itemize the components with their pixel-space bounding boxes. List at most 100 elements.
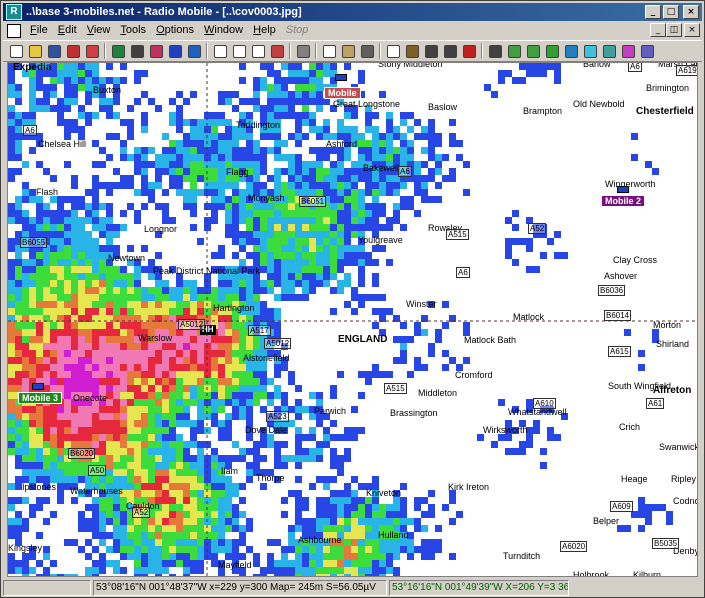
place-label: Turnditch [503, 551, 541, 561]
mdi-minimize-button[interactable]: _ [650, 23, 666, 37]
new-window-icon[interactable] [7, 42, 25, 60]
elevation-grid-icon[interactable] [600, 42, 618, 60]
toolbar-separator [102, 42, 108, 60]
road-shield: A517 [248, 325, 271, 336]
picture-save-icon[interactable] [249, 42, 267, 60]
place-label: Kirk Ireton [448, 482, 490, 492]
mobile-unit-3-label[interactable]: Mobile 3 [18, 392, 63, 404]
place-label: Brampton [523, 106, 563, 116]
place-label: Onecote [73, 393, 108, 403]
place-label: Belper [593, 516, 620, 526]
road-shield: B6036 [598, 285, 626, 296]
place-label: Newtown [108, 253, 146, 263]
road-shield: A515 [446, 229, 469, 240]
road-shield: A615 [608, 346, 631, 357]
mdi-close-button[interactable]: × [684, 23, 700, 37]
vehicle-icon[interactable] [32, 383, 44, 390]
menu-view[interactable]: View [82, 22, 116, 39]
save-icon[interactable] [45, 42, 63, 60]
arrow-left-icon[interactable] [166, 42, 184, 60]
document-icon[interactable] [7, 23, 21, 38]
map-properties-icon[interactable] [128, 42, 146, 60]
place-label: Middleton [418, 388, 458, 398]
place-label: Stony Middleton [378, 62, 443, 69]
dotted-select-icon[interactable] [441, 42, 459, 60]
route-coverage-icon[interactable] [562, 42, 580, 60]
place-label: Codnor [673, 496, 697, 506]
picture-icon[interactable] [211, 42, 229, 60]
mdi-restore-button[interactable]: ◫ [666, 23, 682, 37]
place-label: Heage [621, 474, 648, 484]
maximize-button[interactable]: □ [663, 5, 679, 19]
place-label: Matlock [513, 312, 545, 322]
place-label: Thorpe [256, 473, 285, 483]
vertical-scrollbar[interactable] [698, 62, 704, 577]
place-label: Monyash [248, 193, 285, 203]
coverage-map[interactable]: ExpediaStony MiddletonBarlowMarsh LaneBu… [7, 62, 698, 577]
title-bar[interactable]: R ..\base 3-mobiles.net - Radio Mobile -… [3, 3, 702, 21]
menu-options[interactable]: Options [151, 22, 199, 39]
picture-close-icon[interactable] [268, 42, 286, 60]
combined-coverage-icon[interactable] [543, 42, 561, 60]
road-shield: B6051 [299, 196, 327, 207]
road-shield: B6055 [20, 237, 48, 248]
polar-plot-icon[interactable] [505, 42, 523, 60]
delete-icon[interactable] [460, 42, 478, 60]
close-button[interactable]: × [683, 5, 699, 19]
place-label: Shirland [656, 339, 690, 349]
mobile-1-label[interactable]: Mobile [324, 87, 361, 99]
close-network-icon[interactable] [64, 42, 82, 60]
paste-icon[interactable] [339, 42, 357, 60]
menu-edit[interactable]: Edit [53, 22, 82, 39]
place-label: Dove Dale [245, 425, 288, 435]
status-bar: 53°08'16"N 001°48'37"W x=229 y=300 Map= … [3, 579, 702, 597]
vehicle-icon[interactable] [617, 186, 629, 193]
place-label: Clay Cross [613, 255, 658, 265]
toolbar [3, 40, 702, 62]
place-label: Hartington [213, 303, 255, 313]
interference-icon[interactable] [581, 42, 599, 60]
menu-help[interactable]: Help [248, 22, 281, 39]
open-folder-icon[interactable] [26, 42, 44, 60]
road-shield: A6020 [560, 541, 588, 552]
mdi-controls: _ ◫ × [650, 23, 700, 37]
place-label: Expedia [13, 62, 52, 73]
place-label: Morton [653, 320, 682, 330]
spectrum-icon[interactable] [638, 42, 656, 60]
menu-tools[interactable]: Tools [115, 22, 151, 39]
single-coverage-icon[interactable] [524, 42, 542, 60]
status-pane-empty [3, 580, 91, 596]
place-label: Youlgreave [358, 235, 403, 245]
antenna-icon[interactable] [83, 42, 101, 60]
place-label: Chelsea Hill [38, 139, 87, 149]
copy-icon[interactable] [320, 42, 338, 60]
mobile-unit-2-label[interactable]: Mobile 2 [601, 195, 646, 207]
select-area-icon[interactable] [358, 42, 376, 60]
place-label: Alstonefield [243, 353, 290, 363]
road-shield: B6014 [604, 310, 632, 321]
radio-link-icon[interactable] [486, 42, 504, 60]
minimize-button[interactable]: _ [645, 5, 661, 19]
place-label: Flagg [226, 167, 249, 177]
place-label: Brimington [646, 83, 690, 93]
network-icon[interactable] [403, 42, 421, 60]
place-label: Longnor [144, 224, 178, 234]
menu-window[interactable]: Window [199, 22, 248, 39]
app-window: R ..\base 3-mobiles.net - Radio Mobile -… [0, 0, 705, 598]
place-label: Kilburn [633, 570, 662, 577]
vehicle-icon[interactable] [335, 74, 347, 81]
menu-file[interactable]: File [25, 22, 53, 39]
radio-mobile-icon[interactable]: R [6, 4, 22, 20]
visual-icon[interactable] [619, 42, 637, 60]
menu-bar: File Edit View Tools Options Window Help Stop _… [3, 21, 702, 40]
road-shield: B6020 [68, 448, 96, 459]
map-window-icon[interactable] [384, 42, 402, 60]
print-icon[interactable] [294, 42, 312, 60]
picture-open-icon[interactable] [230, 42, 248, 60]
merge-icon[interactable] [185, 42, 203, 60]
bracket-select-icon[interactable] [422, 42, 440, 60]
internet-icon[interactable] [147, 42, 165, 60]
toolbar-separator [377, 42, 383, 60]
place-label: Buxton [93, 85, 122, 95]
world-icon[interactable] [109, 42, 127, 60]
